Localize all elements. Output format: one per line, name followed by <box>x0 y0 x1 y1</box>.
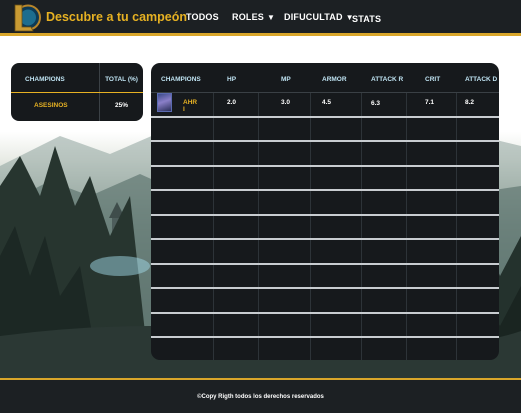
caret-down-icon: ▼ <box>267 13 276 22</box>
col-header-attack-r: ATTACK R <box>371 76 404 83</box>
champion-portrait-icon[interactable] <box>157 93 172 112</box>
column-divider <box>406 93 407 360</box>
row-divider <box>151 165 499 167</box>
nav-todos[interactable]: TODOS <box>186 12 219 22</box>
top-navbar: Descubre a tu campeón TODOS ROLES ▼ DIFUC… <box>0 0 521 36</box>
row-divider <box>151 140 499 142</box>
page-footer: ©Copy Rigth todos los derechos reservado… <box>0 378 521 413</box>
table-header: CHAMPIONS TOTAL (%) <box>11 63 143 93</box>
column-divider <box>456 93 457 360</box>
nav-roles-label: ROLES <box>232 12 265 22</box>
row-divider <box>151 189 499 191</box>
col-header-crit: CRIT <box>425 76 441 83</box>
total-cell: 25% <box>114 102 128 109</box>
col-header-attack-d: ATTACK D <box>465 76 498 83</box>
column-divider <box>361 93 362 360</box>
row-divider <box>151 238 499 240</box>
nav-stats[interactable]: STATS <box>352 14 381 24</box>
brand-title[interactable]: Descubre a tu campeón <box>46 10 187 24</box>
col-header-armor: ARMOR <box>322 76 347 83</box>
crit-cell: 7.1 <box>425 99 435 106</box>
row-divider <box>151 263 499 265</box>
mp-cell: 3.0 <box>281 99 291 106</box>
col-header-mp: MP <box>281 76 291 83</box>
nav-todos-label: TODOS <box>186 12 219 22</box>
nav-stats-label: STATS <box>352 14 382 24</box>
nav-dificultad-dropdown[interactable]: DIFUCULTAD ▼ <box>284 12 354 22</box>
row-divider <box>151 116 499 118</box>
nav-roles-dropdown[interactable]: ROLES ▼ <box>232 12 275 22</box>
row-divider <box>151 312 499 314</box>
col-header-total: TOTAL (%) <box>105 76 138 83</box>
category-summary-table: CHAMPIONS TOTAL (%) ASESINOS 25% <box>11 63 143 121</box>
col-header-champions: CHAMPIONS <box>25 76 65 83</box>
column-divider <box>258 93 259 360</box>
copyright-text: ©Copy Rigth todos los derechos reservado… <box>197 394 324 400</box>
col-header-hp: HP <box>227 76 237 83</box>
nav-dificultad-label: DIFUCULTAD <box>284 12 343 22</box>
table-header: CHAMPIONS HP MP ARMOR ATTACK R CRIT ATTA… <box>151 63 499 93</box>
league-logo-icon[interactable] <box>12 2 42 33</box>
hp-cell: 2.0 <box>227 99 237 106</box>
category-cell: ASESINOS <box>34 102 68 109</box>
attack-d-cell: 8.2 <box>465 99 475 106</box>
armor-cell: 4.5 <box>322 99 332 106</box>
champion-stats-table: CHAMPIONS HP MP ARMOR ATTACK R CRIT ATTA… <box>151 63 499 360</box>
row-divider <box>151 336 499 338</box>
column-divider <box>213 93 214 360</box>
attack-r-cell: 6.3 <box>371 100 381 107</box>
col-header-champions: CHAMPIONS <box>161 76 201 83</box>
row-divider <box>151 214 499 216</box>
row-divider <box>151 287 499 289</box>
champion-name[interactable]: AHR I <box>183 99 197 113</box>
column-divider <box>310 93 311 360</box>
